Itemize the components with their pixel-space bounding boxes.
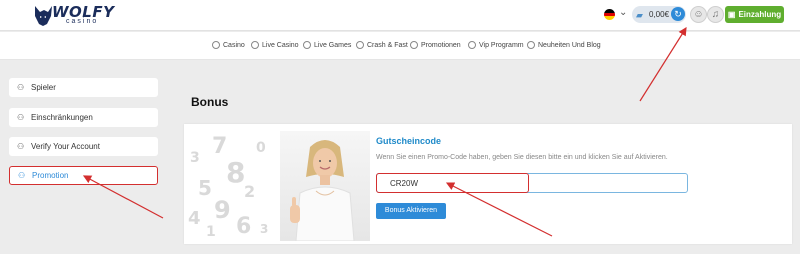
nav-item-label: Promotionen	[421, 41, 461, 49]
sidebar-item-label: Promotion	[32, 171, 69, 180]
crown-icon	[468, 41, 476, 49]
casino-chip-icon	[212, 41, 220, 49]
top-header: WOLFY casino ⌄ ▰ 0,00€ ↻ ☺ ♫ ▣ Einzahlun…	[0, 0, 800, 31]
nav-item-label: Crash & Fast	[367, 41, 408, 49]
sidebar-item-einschraenkungen[interactable]: ⚇ Einschränkungen	[9, 108, 158, 127]
wallet-icon: ▰	[636, 9, 643, 20]
numbers-background: 7 3 8 5 2 9 4 6 1 0 3	[188, 134, 269, 240]
promo-woman-photo	[280, 131, 370, 241]
nav-item-live-games[interactable]: Live Games	[303, 41, 351, 49]
nav-item-label: Live Games	[314, 41, 352, 49]
main-nav: Casino Live Casino Live Games Crash & Fa…	[0, 32, 800, 60]
voucher-instructions: Wenn Sie einen Promo-Code haben, geben S…	[376, 154, 668, 161]
balance-amount: 0,00€	[649, 10, 670, 19]
logo[interactable]: WOLFY casino	[32, 2, 114, 29]
sidebar-item-label: Einschränkungen	[31, 113, 93, 122]
voucher-card: 7 3 8 5 2 9 4 6 1 0 3 Gutscheincode Wenn…	[184, 124, 792, 244]
nav-item-label: Vip Programm	[479, 41, 524, 49]
sidebar-item-label: Spieler	[31, 83, 56, 92]
promotion-user-icon: ⚇	[18, 171, 26, 180]
german-flag-icon[interactable]	[604, 9, 615, 20]
promo-code-input[interactable]	[376, 173, 688, 193]
gift-icon	[410, 41, 418, 49]
restriction-icon: ⚇	[17, 113, 25, 122]
nav-item-promotionen[interactable]: Promotionen	[410, 41, 461, 49]
sidebar-item-verify-account[interactable]: ⚇ Verify Your Account	[9, 137, 158, 156]
sidebar-item-label: Verify Your Account	[31, 142, 100, 151]
voucher-title: Gutscheincode	[376, 136, 442, 146]
nav-item-vip-programm[interactable]: Vip Programm	[468, 41, 524, 49]
user-icon: ⚇	[17, 83, 25, 92]
nav-item-crash-fast[interactable]: Crash & Fast	[356, 41, 408, 49]
account-icon[interactable]: ☺	[690, 6, 707, 23]
news-icon	[527, 41, 535, 49]
bonus-activate-button[interactable]: Bonus Aktivieren	[376, 203, 446, 219]
nav-item-label: Neuheiten Und Blog	[538, 41, 601, 49]
live-games-icon	[303, 41, 311, 49]
nav-item-label: Casino	[223, 41, 245, 49]
page-title: Bonus	[191, 95, 229, 109]
refresh-balance-icon[interactable]: ↻	[671, 7, 685, 21]
logo-subtext: casino	[66, 18, 99, 25]
nav-item-neuheiten-blog[interactable]: Neuheiten Und Blog	[527, 41, 601, 49]
wolf-logo-icon	[35, 5, 52, 26]
nav-item-casino[interactable]: Casino	[212, 41, 245, 49]
deposit-button[interactable]: ▣ Einzahlung	[725, 6, 784, 23]
rocket-icon	[356, 41, 364, 49]
deposit-icon: ▣	[727, 10, 736, 19]
nav-item-label: Live Casino	[262, 41, 299, 49]
chevron-down-icon[interactable]: ⌄	[619, 7, 627, 18]
verify-user-icon: ⚇	[17, 142, 25, 151]
live-casino-icon	[251, 41, 259, 49]
nav-item-live-casino[interactable]: Live Casino	[251, 41, 299, 49]
sidebar-item-spieler[interactable]: ⚇ Spieler	[9, 78, 158, 97]
deposit-label: Einzahlung	[738, 10, 782, 19]
notification-bell-icon[interactable]: ♫	[707, 6, 724, 23]
sidebar-item-promotion[interactable]: ⚇ Promotion	[9, 166, 158, 185]
